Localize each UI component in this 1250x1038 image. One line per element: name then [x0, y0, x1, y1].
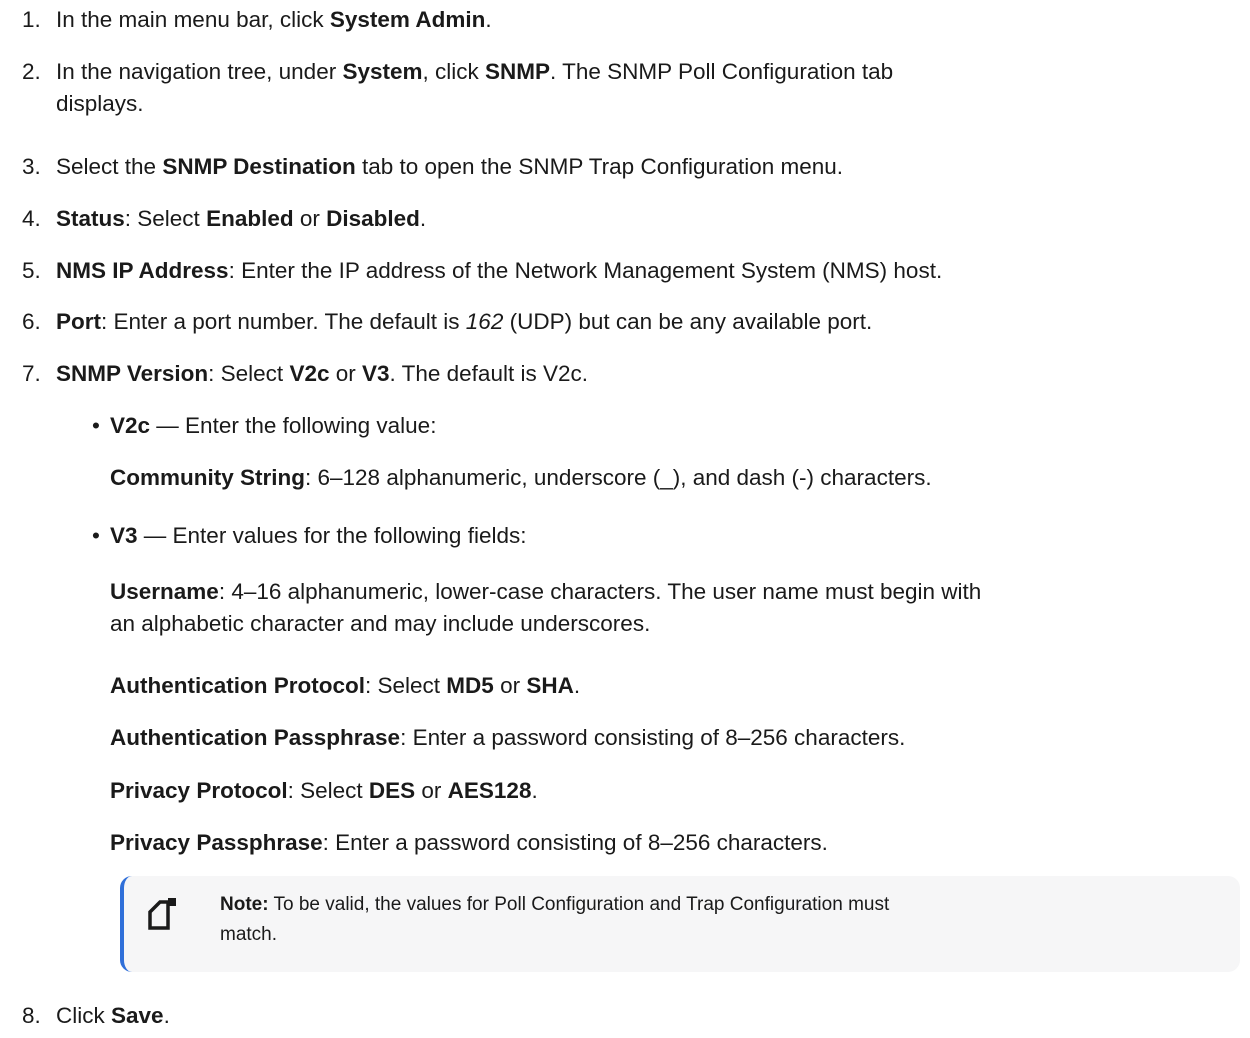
bullet-v2c: V2c — Enter the following value: [110, 413, 437, 438]
step-number: 2. [22, 59, 41, 84]
field-privacy-protocol: Privacy Protocol: Select DES or AES128. [110, 778, 538, 803]
step-number: 5. [22, 258, 41, 283]
step-number: 4. [22, 206, 41, 231]
step-number: 1. [22, 7, 41, 32]
step-number: 6. [22, 309, 41, 334]
field-privacy-passphrase: Privacy Passphrase: Enter a password con… [110, 830, 828, 855]
step-text: In the navigation tree, under System, cl… [56, 59, 894, 116]
field-username: Username: 4–16 alphanumeric, lower-case … [110, 579, 982, 636]
step-number: 8. [22, 1003, 41, 1028]
step-text: SNMP Version: Select V2c or V3. The defa… [56, 361, 588, 386]
bullet-glyph: • [92, 413, 100, 438]
bullet-glyph: • [92, 523, 100, 548]
bullet-v3: V3 — Enter values for the following fiel… [110, 523, 527, 548]
field-community-string: Community String: 6–128 alphanumeric, un… [110, 465, 932, 490]
step-number: 3. [22, 154, 41, 179]
step-text: Status: Select Enabled or Disabled. [56, 206, 427, 231]
step-text: Select the SNMP Destination tab to open … [56, 154, 844, 179]
note-callout: Note: To be valid, the values for Poll C… [120, 876, 1240, 972]
field-auth-protocol: Authentication Protocol: Select MD5 or S… [110, 673, 581, 698]
field-auth-passphrase: Authentication Passphrase: Enter a passw… [110, 725, 906, 750]
procedure-document: 1. In the main menu bar, click System Ad… [0, 0, 1250, 1038]
step-number: 7. [22, 361, 41, 386]
step-text: Click Save. [56, 1003, 170, 1028]
note-icon [148, 898, 176, 930]
step-text: NMS IP Address: Enter the IP address of … [56, 258, 943, 283]
step-text: In the main menu bar, click System Admin… [56, 7, 492, 32]
step-text: Port: Enter a port number. The default i… [56, 309, 873, 334]
note-text: Note: To be valid, the values for Poll C… [220, 894, 890, 945]
